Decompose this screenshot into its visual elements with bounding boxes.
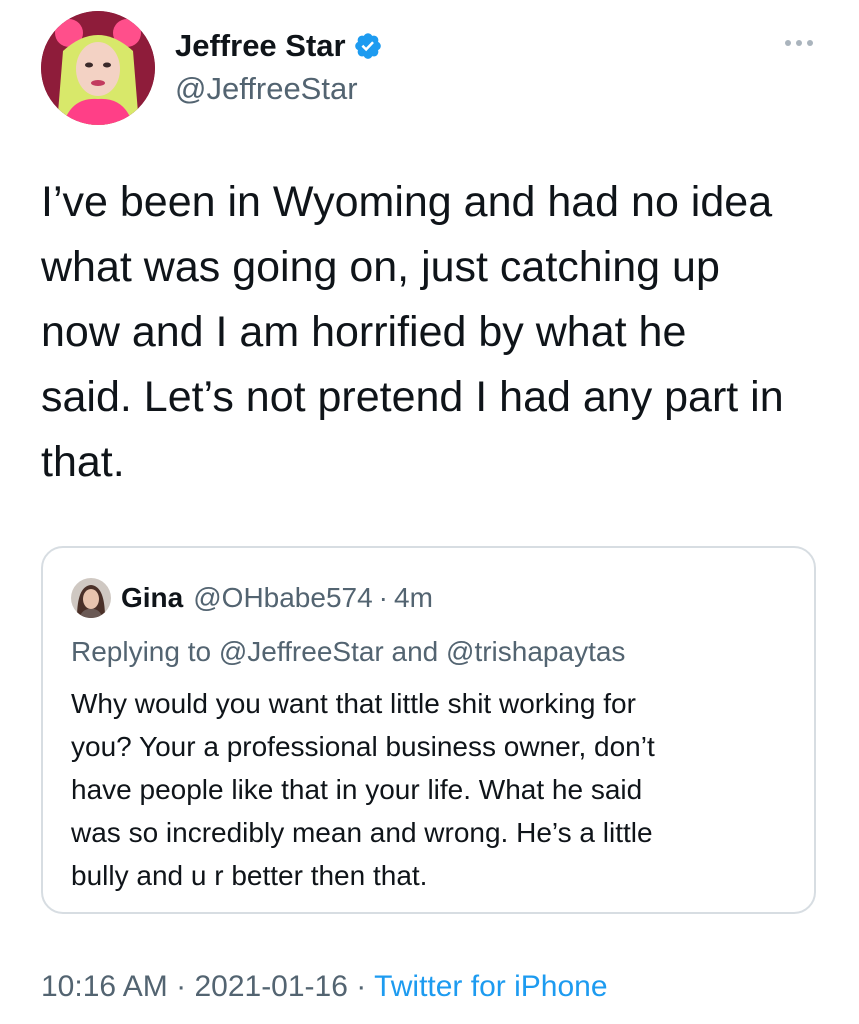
tweet-meta-row: 10:16 AM · 2021-01-16 · Twitter for iPho… xyxy=(41,966,608,1008)
author-handle[interactable]: @JeffreeStar xyxy=(175,69,358,109)
quoted-author-handle[interactable]: @OHbabe574 xyxy=(193,582,372,614)
quoted-timestamp[interactable]: 4m xyxy=(394,582,433,614)
replying-to-line: Replying to @JeffreeStar and @trishapayt… xyxy=(71,636,625,668)
verified-badge-icon xyxy=(353,31,383,61)
tweet-text: I’ve been in Wyoming and had no idea wha… xyxy=(41,170,821,495)
quoted-tweet-text: Why would you want that little shit work… xyxy=(71,682,791,897)
replying-prefix: Replying to xyxy=(71,636,212,667)
author-name-row[interactable]: Jeffree Star xyxy=(175,26,383,66)
tweet-text-line: said. Let’s not pretend I had any part i… xyxy=(41,373,784,421)
quoted-text-line: you? Your a professional business owner,… xyxy=(71,731,655,762)
tweet-text-line: now and I am horrified by what he xyxy=(41,308,687,356)
quoted-tweet-card[interactable]: Gina @OHbabe574 · 4m Replying to @Jeffre… xyxy=(41,546,816,914)
quoted-text-line: was so incredibly mean and wrong. He’s a… xyxy=(71,817,653,848)
tweet-date[interactable]: 2021-01-16 xyxy=(194,970,347,1003)
meta-separator: · xyxy=(176,970,187,1003)
quoted-text-line: have people like that in your life. What… xyxy=(71,774,643,805)
tweet-text-line: I’ve been in Wyoming and had no idea xyxy=(41,178,773,226)
quoted-text-line: Why would you want that little shit work… xyxy=(71,688,636,719)
author-name[interactable]: Jeffree Star xyxy=(175,26,346,66)
tweet-source-link[interactable]: Twitter for iPhone xyxy=(374,970,607,1003)
quoted-author-avatar[interactable] xyxy=(71,578,111,618)
tweet-text-line: what was going on, just catching up xyxy=(41,243,720,291)
quoted-author-name[interactable]: Gina xyxy=(121,582,183,614)
replying-and: and xyxy=(391,636,439,667)
quoted-time-separator: · xyxy=(378,582,388,613)
replying-mention-trishapaytas[interactable]: @trishapaytas xyxy=(446,636,625,667)
meta-separator: · xyxy=(356,970,367,1003)
replying-mention-jeffreestar[interactable]: @JeffreeStar xyxy=(219,636,384,667)
tweet-time[interactable]: 10:16 AM xyxy=(41,970,168,1003)
quoted-text-line: bully and u r better then that. xyxy=(71,860,428,891)
author-avatar[interactable] xyxy=(41,11,155,125)
tweet-text-line: that. xyxy=(41,438,125,486)
quoted-tweet-header: Gina @OHbabe574 · 4m xyxy=(71,576,433,620)
more-options-icon[interactable] xyxy=(781,30,817,56)
